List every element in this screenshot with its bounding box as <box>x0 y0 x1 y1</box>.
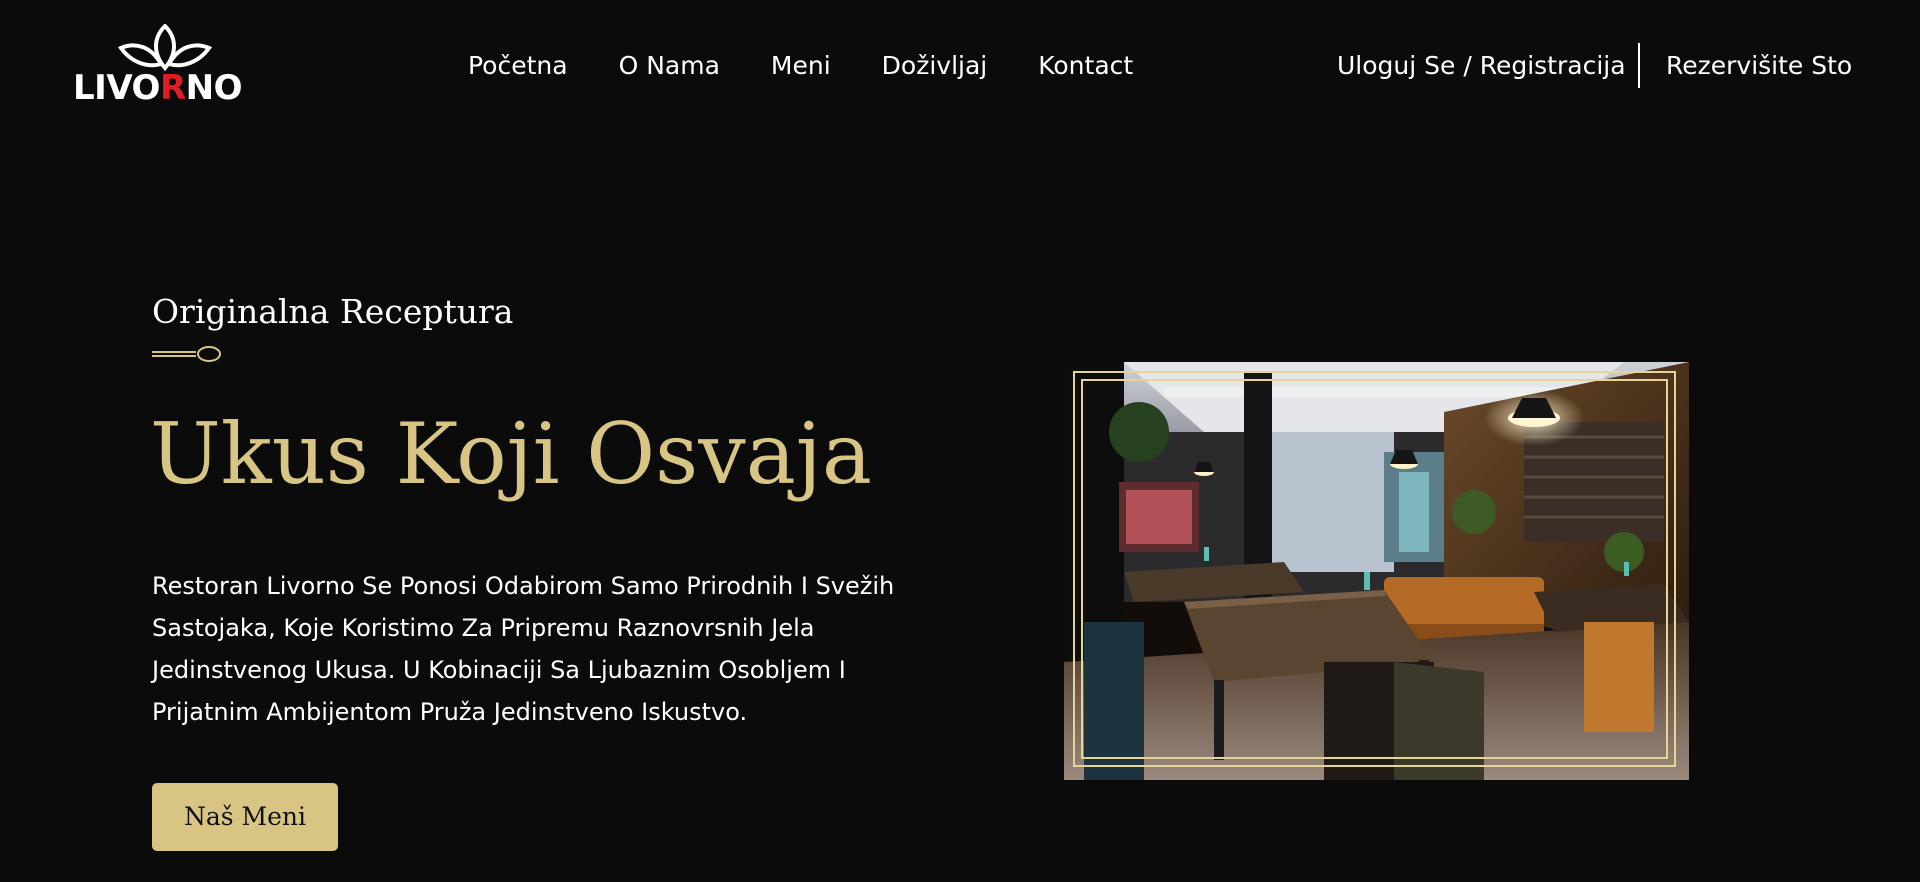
header-divider <box>1638 43 1640 88</box>
restaurant-interior-photo <box>1064 362 1689 780</box>
nav-item-pocetna[interactable]: Početna <box>468 48 568 84</box>
leaves-icon <box>117 24 213 72</box>
livorno-logo[interactable]: LIVORNO <box>73 24 257 108</box>
restaurant-interior-illustration <box>1064 362 1689 780</box>
hero-title: Ukus Koji Osvaja <box>150 405 872 503</box>
main-nav: Početna O Nama Meni Doživljaj Kontact <box>468 48 1133 84</box>
spoon-icon <box>152 346 221 362</box>
logo-text-accent: R <box>159 68 186 108</box>
nav-item-meni[interactable]: Meni <box>771 48 831 84</box>
login-register-link[interactable]: Uloguj Se / Registracija <box>1337 48 1626 84</box>
logo-text-end: NO <box>185 68 243 108</box>
nav-item-kontact[interactable]: Kontact <box>1038 48 1133 84</box>
hero-kicker: Originalna Receptura <box>152 292 514 331</box>
reserve-table-link[interactable]: Rezervišite Sto <box>1666 48 1852 84</box>
logo-text-start: LIVO <box>73 68 160 108</box>
logo-wordmark: LIVORNO <box>73 68 257 108</box>
hero-description: Restoran Livorno Se Ponosi Odabirom Samo… <box>152 572 895 726</box>
our-menu-button[interactable]: Naš Meni <box>152 783 338 851</box>
nav-item-o-nama[interactable]: O Nama <box>619 48 720 84</box>
nav-item-dozivljaj[interactable]: Doživljaj <box>882 48 988 84</box>
